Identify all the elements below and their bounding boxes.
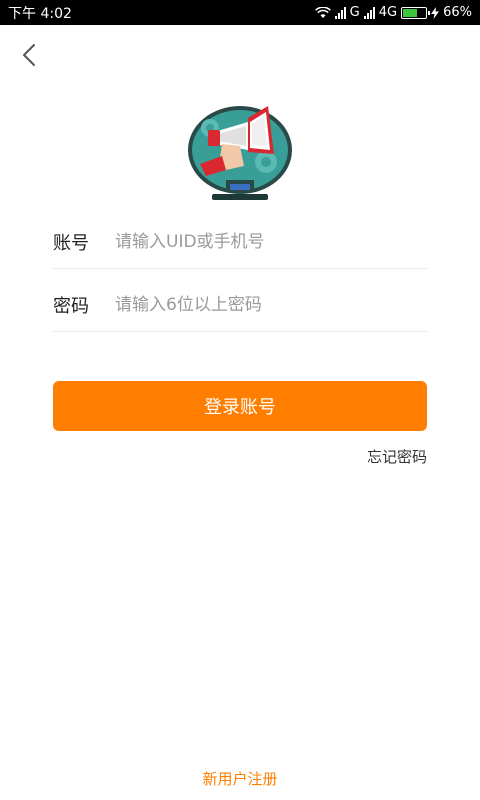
signal-icon	[334, 6, 346, 19]
login-button[interactable]: 登录账号	[53, 381, 427, 431]
status-left: 下午 4:02	[8, 3, 72, 23]
account-input[interactable]	[115, 231, 427, 252]
megaphone-monitor-illustration	[188, 106, 292, 200]
password-row: 密码	[53, 278, 427, 332]
forgot-password-link[interactable]: 忘记密码	[367, 446, 427, 467]
account-label: 账号	[53, 232, 89, 254]
network-g-label: G	[349, 5, 360, 20]
battery-percent: 66%	[443, 5, 472, 20]
password-input[interactable]	[115, 294, 427, 315]
back-button[interactable]	[14, 40, 44, 70]
signal-icon-2	[363, 6, 375, 19]
wifi-icon	[314, 6, 331, 18]
chevron-left-icon	[23, 44, 35, 66]
status-bar: 下午 4:02 G 4G 66%	[0, 0, 480, 25]
battery-icon	[401, 6, 431, 19]
register-link[interactable]: 新用户注册	[0, 768, 480, 789]
status-time: 下午 4:02	[8, 5, 72, 22]
password-label: 密码	[53, 295, 89, 317]
charging-bolt-icon	[431, 6, 440, 19]
status-right: G 4G 66%	[314, 5, 472, 20]
account-row: 账号	[53, 215, 427, 269]
network-4g-label: 4G	[378, 5, 398, 20]
